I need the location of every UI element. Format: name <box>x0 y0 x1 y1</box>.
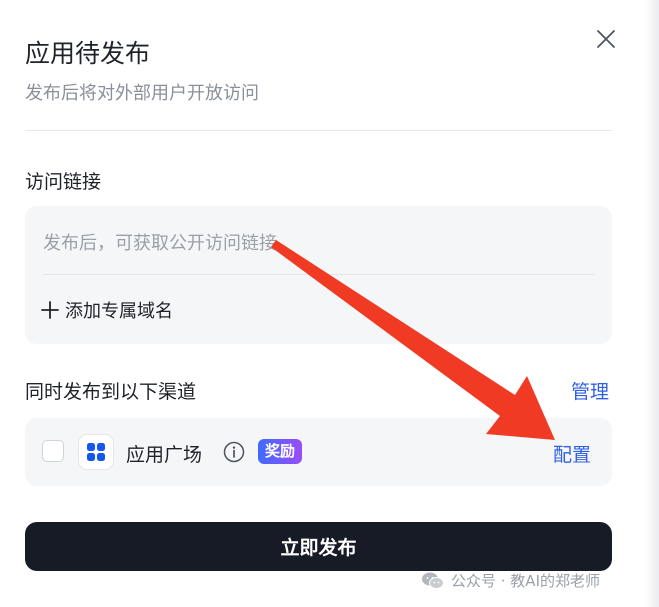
wechat-icon <box>422 572 444 589</box>
channel-row: 应用广场 奖励 配置 <box>25 418 612 486</box>
add-domain-button[interactable]: 添加专属域名 <box>41 296 173 324</box>
info-icon[interactable] <box>223 441 245 463</box>
access-link-placeholder: 发布后，可获取公开访问链接 <box>43 233 277 254</box>
app-grid-icon <box>78 434 114 470</box>
access-link-label: 访问链接 <box>25 171 102 193</box>
manage-channels-link[interactable]: 管理 <box>571 377 609 404</box>
watermark: 公众号 · 教AI的郑老师 <box>421 570 600 591</box>
reward-badge: 奖励 <box>258 439 303 464</box>
dialog-title: 应用待发布 <box>25 39 151 68</box>
plus-icon <box>41 301 59 319</box>
background-edge <box>645 0 659 607</box>
watermark-text: 公众号 · 教AI的郑老师 <box>451 572 600 590</box>
publish-dialog: 应用待发布 发布后将对外部用户开放访问 访问链接 发布后，可获取公开访问链接 添… <box>0 0 645 607</box>
channels-label: 同时发布到以下渠道 <box>25 381 197 403</box>
close-button[interactable] <box>592 25 620 53</box>
dialog-subtitle: 发布后将对外部用户开放访问 <box>25 83 259 104</box>
add-domain-label: 添加专属域名 <box>65 301 173 322</box>
channel-config-link[interactable]: 配置 <box>553 440 591 467</box>
header-divider <box>25 130 612 131</box>
channel-name: 应用广场 <box>126 444 203 466</box>
access-link-box: 发布后，可获取公开访问链接 添加专属域名 <box>25 206 612 344</box>
channel-checkbox[interactable] <box>42 440 64 462</box>
publish-now-button[interactable]: 立即发布 <box>25 522 612 571</box>
access-link-divider <box>43 274 594 275</box>
close-icon <box>597 30 615 48</box>
